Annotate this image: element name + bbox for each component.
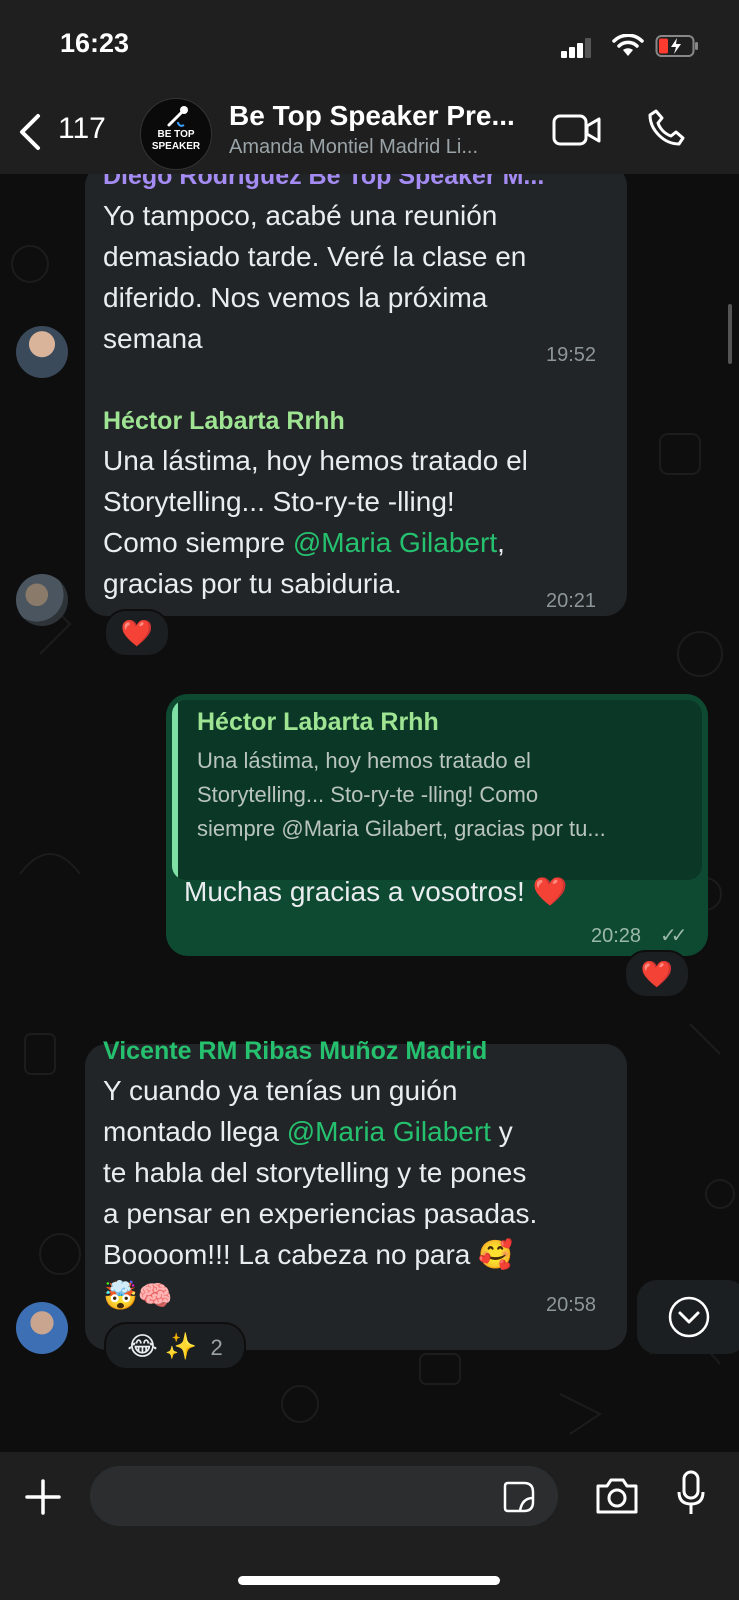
- quoted-sender: Héctor Labarta Rrhh: [197, 708, 439, 736]
- message-text-line: a pensar en experiencias pasadas.: [103, 1198, 538, 1229]
- message-timestamp: 20:21: [546, 590, 597, 612]
- status-time: 16:23: [60, 28, 130, 58]
- message-sender[interactable]: Héctor Labarta Rrhh: [103, 407, 345, 436]
- scroll-indicator[interactable]: [728, 304, 732, 364]
- message-timestamp: 20:28: [591, 925, 642, 947]
- message-text-line: Una lástima, hoy hemos tratado el: [103, 445, 528, 476]
- message-text-line: Storytelling... Sto-ry-te -lling!: [103, 486, 455, 517]
- battery-icon: [655, 35, 698, 57]
- quoted-text-line: Una lástima, hoy hemos tratado el: [197, 748, 531, 773]
- message-text-line: Y cuando ya tenías un guión: [103, 1075, 458, 1106]
- quoted-text-line: siempre @Maria Gilabert, gracias por tu.…: [197, 816, 606, 841]
- message-text-line: semana: [103, 323, 203, 354]
- status-bar: 16:23: [0, 0, 739, 92]
- message-text: montado llega: [103, 1116, 287, 1147]
- message-text-line: gracias por tu sabiduria.: [103, 568, 402, 599]
- quote-accent-bar: [172, 700, 178, 880]
- reaction-count: 2: [210, 1335, 223, 1360]
- message-text-line: 🤯🧠: [103, 1280, 173, 1311]
- group-avatar[interactable]: BE TOP SPEAKER: [140, 98, 212, 170]
- sender-avatar[interactable]: [16, 326, 68, 378]
- plus-icon[interactable]: [24, 1478, 62, 1516]
- chat-header: 117 BE TOP SPEAKER Be Top Speaker Pre...…: [0, 92, 739, 174]
- mention-link[interactable]: @Maria Gilabert: [293, 527, 497, 558]
- video-call-icon[interactable]: [552, 112, 602, 148]
- message-sender[interactable]: Vicente RM Ribas Muñoz Madrid: [103, 1037, 487, 1066]
- message-text-line: demasiado tarde. Veré la clase en: [103, 241, 527, 272]
- message-sender[interactable]: Diego Rodriguez Be Top Speaker M...: [103, 174, 544, 191]
- group-title[interactable]: Be Top Speaker Pre...: [229, 100, 515, 132]
- reaction-emojis: 😂 ✨: [127, 1331, 198, 1361]
- message-reaction[interactable]: ❤️: [104, 609, 170, 657]
- sticker-icon[interactable]: [502, 1480, 536, 1514]
- message-timestamp: 20:58: [546, 1294, 597, 1316]
- signal-icon: [561, 38, 593, 58]
- quoted-text-line: Storytelling... Sto-ry-te -lling! Como: [197, 782, 539, 807]
- message-text: y: [490, 1116, 513, 1147]
- sender-avatar[interactable]: [16, 574, 68, 626]
- mention-link[interactable]: @Maria Gilabert: [287, 1116, 491, 1147]
- message-text-line: montado llega @Maria Gilabert y: [103, 1111, 513, 1152]
- message-text-line: Boooom!!! La cabeza no para 🥰: [103, 1239, 514, 1270]
- message-text: ,: [497, 527, 505, 558]
- message-input[interactable]: [90, 1466, 558, 1526]
- message-text-line: Como siempre @Maria Gilabert,: [103, 522, 505, 563]
- microphone-logo-icon: [167, 106, 188, 127]
- message-timestamp: 19:52: [546, 344, 597, 366]
- message-reaction[interactable]: 😂 ✨ 2: [104, 1322, 246, 1370]
- compose-bar: [0, 1452, 739, 1600]
- scroll-to-bottom-button[interactable]: [637, 1280, 739, 1354]
- camera-icon[interactable]: [594, 1476, 640, 1516]
- message-text: Muchas gracias a vosotros! ❤️: [184, 876, 568, 907]
- message-text: Como siempre: [103, 527, 293, 558]
- back-chevron-icon[interactable]: [16, 112, 42, 152]
- group-subtitle[interactable]: Amanda Montiel Madrid Li...: [229, 136, 478, 159]
- message-text-line: te habla del storytelling y te pones: [103, 1157, 527, 1188]
- message-text-line: Yo tampoco, acabé una reunión: [103, 200, 498, 231]
- home-indicator: [238, 1576, 500, 1585]
- unread-count[interactable]: 117: [58, 112, 106, 146]
- message-reaction[interactable]: ❤️: [624, 950, 690, 998]
- group-avatar-text: BE TOP SPEAKER: [151, 129, 201, 152]
- wifi-icon: [612, 34, 644, 56]
- read-receipt-icon: ✓✓: [660, 925, 687, 947]
- sender-avatar[interactable]: [16, 1302, 68, 1354]
- microphone-icon[interactable]: [676, 1470, 706, 1518]
- message-text-line: diferido. Nos vemos la próxima: [103, 282, 488, 313]
- chevron-down-icon: [668, 1296, 710, 1338]
- chat-messages-area[interactable]: Diego Rodriguez Be Top Speaker M... Yo t…: [0, 174, 739, 1452]
- phone-call-icon[interactable]: [646, 108, 686, 148]
